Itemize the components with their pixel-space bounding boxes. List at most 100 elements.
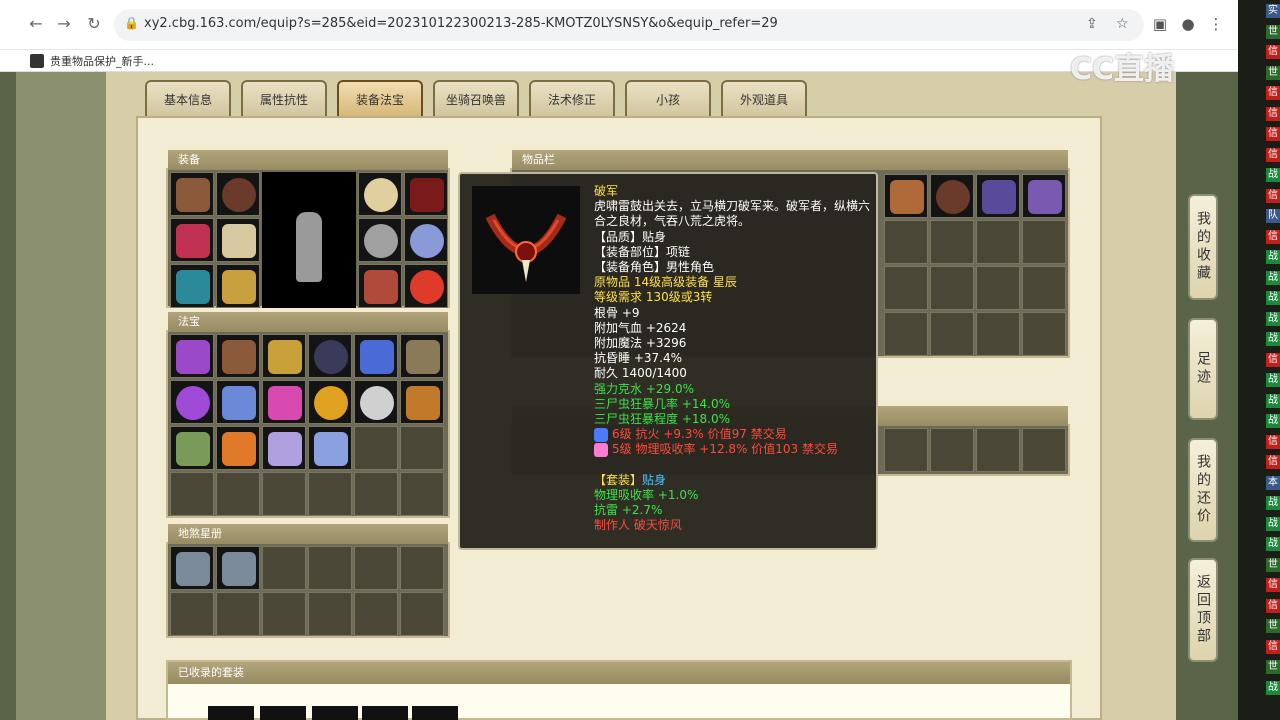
inventory-slot[interactable]	[930, 174, 974, 218]
tab-equipment[interactable]: 装备法宝	[337, 80, 423, 116]
inventory-slot[interactable]	[884, 174, 928, 218]
inventory-slot[interactable]	[1022, 174, 1066, 218]
equip-slot[interactable]	[358, 172, 402, 216]
empty-slot	[1022, 428, 1066, 472]
tooltip-set-name: 贴身	[642, 472, 667, 487]
address-bar[interactable]: 🔒 xy2.cbg.163.com/equip?s=285&eid=202310…	[114, 9, 1144, 41]
profile-icon[interactable]: ●	[1176, 12, 1200, 36]
share-icon[interactable]: ⇪	[1086, 16, 1098, 32]
set-item-icon[interactable]	[208, 706, 254, 720]
empty-slot	[930, 312, 974, 356]
bookmark-item[interactable]: 贵重物品保护_新手...	[30, 51, 154, 71]
chat-channel-tag: 信	[1266, 578, 1280, 592]
tooltip-role: 【装备角色】男性角色	[594, 260, 715, 275]
magic-slot[interactable]	[262, 426, 306, 470]
tab-child[interactable]: 小孩	[625, 80, 711, 116]
equip-slot[interactable]	[358, 218, 402, 262]
set-item-icon[interactable]	[412, 706, 458, 720]
magic-slot[interactable]	[354, 334, 398, 378]
set-item-icon[interactable]	[260, 706, 306, 720]
equip-slot[interactable]	[358, 264, 402, 308]
reload-icon[interactable]: ↻	[82, 12, 106, 36]
tooltip-origin: 原物品 14级高级装备 星辰	[594, 275, 737, 290]
magic-slot[interactable]	[216, 380, 260, 424]
treasure-icon	[176, 432, 210, 466]
chat-channel-tag: 信	[1266, 147, 1280, 162]
set-item-icon[interactable]	[312, 706, 358, 720]
star-slot[interactable]	[170, 546, 214, 590]
back-icon[interactable]: ←	[24, 12, 48, 36]
equip-slot[interactable]	[404, 172, 448, 216]
chat-channel-tag: 信	[1266, 106, 1280, 121]
star-icon[interactable]: ☆	[1116, 16, 1129, 32]
tab-basic-info[interactable]: 基本信息	[145, 80, 231, 116]
magic-slot[interactable]	[262, 334, 306, 378]
magic-slot[interactable]	[400, 334, 444, 378]
magic-slot[interactable]	[170, 426, 214, 470]
tooltip-stat: 抗昏睡 +37.4%	[594, 351, 682, 366]
empty-slot	[1022, 266, 1066, 310]
collected-sets-title: 已收录的套装	[168, 662, 1070, 684]
empty-slot	[354, 592, 398, 636]
tooltip-bonus-stat: 三尸虫狂暴程度 +18.0%	[594, 412, 730, 427]
magic-slot[interactable]	[400, 380, 444, 424]
inventory-slot[interactable]	[976, 174, 1020, 218]
inventory-section-title: 物品栏	[512, 150, 1068, 170]
empty-slot	[216, 472, 260, 516]
tab-spell-correction[interactable]: 法术修正	[529, 80, 615, 116]
magic-slot[interactable]	[170, 380, 214, 424]
magic-slot[interactable]	[308, 426, 352, 470]
equip-slot[interactable]	[404, 264, 448, 308]
magic-slot[interactable]	[216, 426, 260, 470]
history-button[interactable]: 足迹	[1188, 318, 1218, 420]
star-slot[interactable]	[216, 546, 260, 590]
empty-slot	[354, 472, 398, 516]
url-text[interactable]: xy2.cbg.163.com/equip?s=285&eid=20231012…	[144, 16, 778, 31]
ring-icon	[364, 224, 398, 258]
bookmark-favicon-icon	[30, 54, 44, 68]
empty-slot	[930, 220, 974, 264]
empty-slot	[354, 426, 398, 470]
empty-slot	[884, 220, 928, 264]
equip-slot[interactable]	[170, 172, 214, 216]
chat-channel-tag: 战	[1266, 496, 1280, 510]
empty-slot	[170, 592, 214, 636]
page-left-border	[16, 72, 106, 720]
equip-slot[interactable]	[170, 264, 214, 308]
tab-mounts-summons[interactable]: 坐骑召唤兽	[433, 80, 519, 116]
empty-slot	[400, 472, 444, 516]
tooltip-set-row: 【套装】贴身	[594, 473, 874, 488]
magic-slot[interactable]	[262, 380, 306, 424]
tooltip-level-req: 等级需求 130级或3转	[594, 290, 713, 305]
tab-appearance[interactable]: 外观道具	[721, 80, 807, 116]
tab-attributes[interactable]: 属性抗性	[241, 80, 327, 116]
magic-slot[interactable]	[170, 334, 214, 378]
sidebar-toggle-icon[interactable]: ▣	[1148, 12, 1172, 36]
empty-slot	[354, 546, 398, 590]
set-item-icon[interactable]	[362, 706, 408, 720]
tooltip-stat: 附加气血 +2624	[594, 320, 687, 335]
forward-icon[interactable]: →	[52, 12, 76, 36]
equip-slot[interactable]	[216, 264, 260, 308]
back-to-top-button[interactable]: 返回顶部	[1188, 558, 1218, 662]
equip-slot[interactable]	[170, 218, 214, 262]
magic-slot[interactable]	[308, 380, 352, 424]
magic-slot[interactable]	[216, 334, 260, 378]
menu-icon[interactable]: ⋮	[1204, 12, 1228, 36]
equip-slot[interactable]	[216, 218, 260, 262]
star-card-icon	[176, 552, 210, 586]
equip-slot[interactable]	[216, 172, 260, 216]
magic-slot[interactable]	[308, 334, 352, 378]
chat-channel-tag: 战	[1266, 168, 1280, 182]
treasure-icon	[222, 386, 256, 420]
my-favorites-button[interactable]: 我的收藏	[1188, 194, 1218, 300]
tooltip-quality: 【品质】贴身	[594, 229, 667, 244]
empty-slot	[976, 312, 1020, 356]
chat-channel-tag: 战	[1266, 537, 1280, 551]
star-card-icon	[222, 552, 256, 586]
magic-slot[interactable]	[354, 380, 398, 424]
empty-slot	[308, 546, 352, 590]
equip-slot[interactable]	[404, 218, 448, 262]
my-offers-button[interactable]: 我的还价	[1188, 438, 1218, 542]
tooltip-stat: 附加魔法 +3296	[594, 336, 687, 351]
